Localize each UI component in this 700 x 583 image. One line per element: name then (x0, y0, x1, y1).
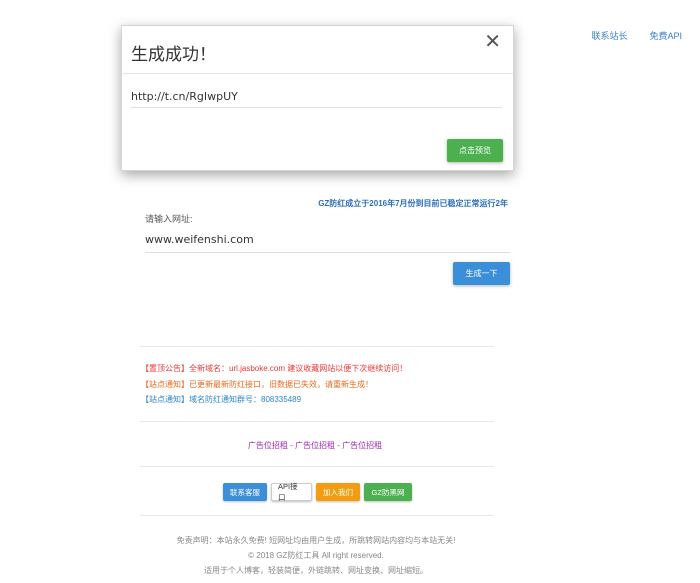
modal-title: 生成成功！ (131, 45, 216, 65)
announcement-text: 已更新最新防红接口，旧数据已失效，请重新生成！ (189, 380, 373, 389)
short-url-underline (131, 107, 502, 108)
announcement-group: 【站点通知】域名防红通知群号：808335489 (141, 394, 301, 405)
url-input[interactable]: www.weifenshi.com (145, 233, 510, 251)
success-modal: 生成成功！ ✕ http://t.cn/RgIwpUY 点击预览 (121, 25, 514, 171)
ad-slots[interactable]: 广告位招租 - 广告位招租 - 广告位招租 (0, 440, 630, 451)
api-button[interactable]: API接口 (271, 482, 312, 502)
footer-disclaimer: 免责声明：本站永久免费! 短网址均由用户生成，所跳转网站内容均与本站无关! (176, 536, 456, 545)
divider (140, 466, 494, 467)
announcement-pinned: 【置顶公告】全新域名：url.jasboke.com 建议收藏网站以便下次继续访… (141, 363, 407, 374)
announcement-text: 全新域名：url.jasboke.com 建议收藏网站以便下次继续访问！ (189, 364, 408, 373)
announcement-update: 【站点通知】已更新最新防红接口，旧数据已失效，请重新生成！ (141, 379, 373, 390)
action-buttons: 联系客服 API接口 加入我们 GZ防黑网 (223, 482, 412, 502)
announcement-tag: 【站点通知】 (141, 395, 189, 404)
announcement-text: 域名防红通知群号：808335489 (189, 395, 302, 404)
site-notice: GZ防红成立于2016年7月份到目前已稳定正常运行2年 (318, 199, 508, 208)
divider (140, 346, 494, 347)
close-icon[interactable]: ✕ (484, 32, 501, 52)
announcement-tag: 【置顶公告】 (141, 364, 189, 373)
gz-site-button[interactable]: GZ防黑网 (364, 483, 412, 501)
contact-admin-link[interactable]: 联系站长 (591, 29, 627, 42)
preview-button[interactable]: 点击预览 (447, 139, 503, 162)
generate-button[interactable]: 生成一下 (453, 262, 510, 285)
contact-service-button[interactable]: 联系客服 (223, 483, 267, 501)
footer-copyright: © 2018 GZ防红工具 All right reserved. (248, 551, 384, 560)
join-us-button[interactable]: 加入我们 (316, 483, 360, 501)
url-input-underline (145, 252, 510, 253)
divider (140, 515, 494, 516)
announcement-tag: 【站点通知】 (141, 380, 189, 389)
free-api-link[interactable]: 免费API (649, 29, 682, 42)
url-label: 请输入网址: (145, 214, 193, 224)
top-links: 联系站长 免费API (591, 29, 682, 42)
divider (140, 421, 494, 422)
footer-tagline: 适用于个人博客，轻装简便，外链跳转、网址变换、网址缩短。 (204, 566, 428, 575)
short-url-text[interactable]: http://t.cn/RgIwpUY (131, 90, 238, 103)
modal-divider (122, 73, 513, 74)
